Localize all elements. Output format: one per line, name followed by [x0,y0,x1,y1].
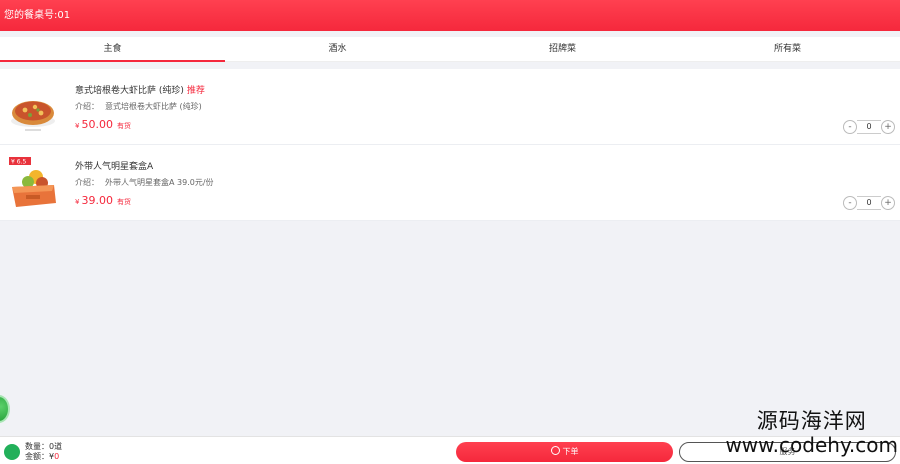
pizza-image [11,101,55,131]
qty-total: 0道 [49,442,63,451]
recommend-tag: 推荐 [186,86,205,96]
dish-price: 39.00 [81,194,113,207]
currency-symbol: ¥ [75,198,80,206]
quantity-value[interactable]: 0 [857,196,881,210]
dish-price: 50.00 [81,118,113,131]
cart-icon[interactable] [4,444,20,460]
dish-name: 意式培根卷大虾比萨 (纯珍) [75,86,184,96]
order-summary: 数量：0道 金额：¥0 [25,442,62,462]
decrease-button[interactable]: - [843,120,857,134]
tab-staple[interactable]: 主食 [0,37,225,62]
order-icon [550,446,560,455]
qty-label: 数量： [25,442,49,451]
watermark-url: www.codehy.com [725,433,898,457]
tab-all[interactable]: 所有菜 [675,37,900,61]
table-number: 您的餐桌号:01 [4,10,71,21]
quantity-stepper: - 0 + [843,196,895,210]
watermark: 源码海洋网 www.codehy.com [725,408,898,456]
tab-signature[interactable]: 招牌菜 [450,37,675,61]
dish-item: 意式培根卷大虾比萨 (纯珍) 推荐 介绍： 意式培根卷大虾比萨 (纯珍) ¥50.0… [0,69,900,145]
quantity-stepper: - 0 + [843,120,895,134]
currency-symbol: ¥ [75,122,80,130]
dish-info: 外带人气明星套盒A 介绍： 外带人气明星套盒A 39.0元/份 ¥39.00 有货 [75,159,214,207]
stock-status: 有货 [116,198,131,206]
desc-label: 介绍： [75,178,99,187]
place-order-button[interactable]: 下单 [456,442,673,462]
decrease-button[interactable]: - [843,196,857,210]
increase-button[interactable]: + [881,196,895,210]
dish-list: 意式培根卷大虾比萨 (纯珍) 推荐 介绍： 意式培根卷大虾比萨 (纯珍) ¥50.0… [0,69,900,221]
desc-label: 介绍： [75,102,99,111]
dish-description: 意式培根卷大虾比萨 (纯珍) [105,102,202,111]
svg-text:¥ 6.5: ¥ 6.5 [11,159,26,166]
quantity-value[interactable]: 0 [857,120,881,134]
amount-label: 金额：¥ [25,452,55,461]
category-tabs: 主食 酒水 招牌菜 所有菜 [0,37,900,62]
floating-side-button[interactable] [0,395,10,423]
amount-total: 0 [54,452,60,461]
dish-description: 外带人气明星套盒A 39.0元/份 [105,178,214,187]
stock-status: 有货 [116,122,131,130]
increase-button[interactable]: + [881,120,895,134]
meal-box-image: ¥ 6.5 [9,157,56,207]
dish-info: 意式培根卷大虾比萨 (纯珍) 推荐 介绍： 意式培根卷大虾比萨 (纯珍) ¥50.0… [75,83,205,131]
order-label: 下单 [562,447,579,456]
app-header: 您的餐桌号:01 [0,0,900,31]
dish-name: 外带人气明星套盒A [75,162,154,172]
tab-drinks[interactable]: 酒水 [225,37,450,61]
watermark-cn: 源码海洋网 [756,409,867,433]
dish-item: ¥ 6.5 外带人气明星套盒A 介绍： 外带人气明星套盒A 39.0元/份 ¥39… [0,145,900,221]
